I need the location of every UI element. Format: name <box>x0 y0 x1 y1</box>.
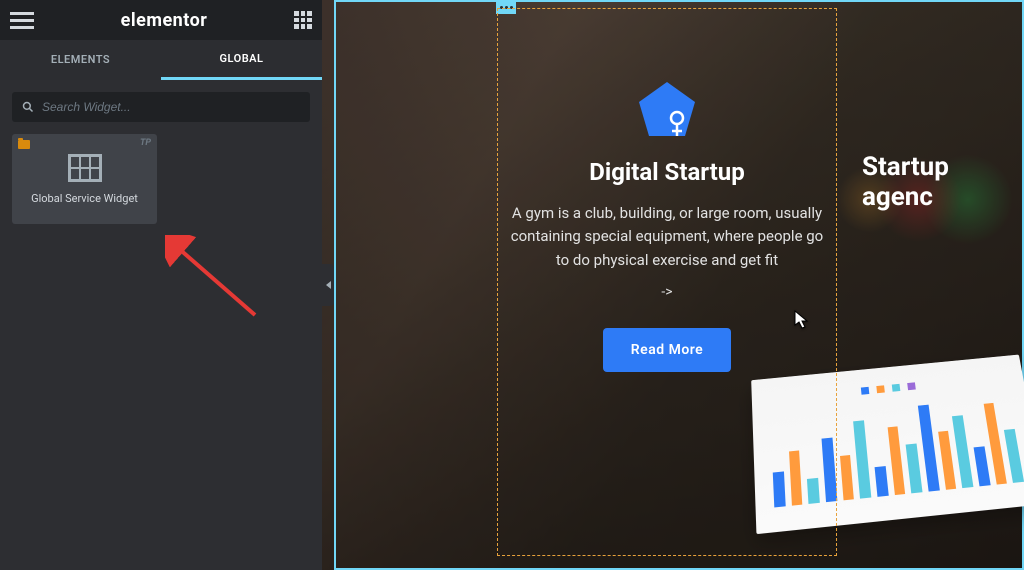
annotation-arrow <box>165 235 275 325</box>
card-title: Digital Startup <box>507 158 827 186</box>
search-box <box>12 92 310 122</box>
apps-icon[interactable] <box>294 11 312 29</box>
pentagon-shape <box>637 80 697 140</box>
panel-tabs: ELEMENTS GLOBAL <box>0 40 322 80</box>
folder-icon <box>18 140 30 149</box>
service-card-1: Digital Startup A gym is a club, buildin… <box>507 80 827 372</box>
search-container <box>0 80 322 134</box>
widget-global-service[interactable]: TP Global Service Widget <box>12 134 157 224</box>
widget-list: TP Global Service Widget <box>0 134 322 224</box>
tab-global[interactable]: GLOBAL <box>161 40 322 80</box>
arrow-text: -> <box>507 284 827 300</box>
widget-label: Global Service Widget <box>31 192 138 205</box>
read-more-button[interactable]: Read More <box>603 328 731 372</box>
cursor-icon <box>794 310 810 334</box>
grid-icon <box>68 154 102 182</box>
tp-badge: TP <box>140 138 151 148</box>
logo: elementor <box>121 10 208 31</box>
collapse-sidebar-handle[interactable] <box>322 264 334 306</box>
service-card-2: Startup agenc <box>862 152 1024 212</box>
elementor-sidebar: elementor ELEMENTS GLOBAL TP Global Serv… <box>0 0 322 570</box>
menu-icon[interactable] <box>10 12 34 29</box>
tab-elements[interactable]: ELEMENTS <box>0 40 161 80</box>
search-icon <box>22 101 34 113</box>
search-input[interactable] <box>42 100 300 114</box>
sidebar-header: elementor <box>0 0 322 40</box>
preview-canvas[interactable]: Digital Startup A gym is a club, buildin… <box>322 0 1024 570</box>
card-description: A gym is a club, building, or large room… <box>507 202 827 272</box>
card2-title: Startup agenc <box>862 152 1024 212</box>
